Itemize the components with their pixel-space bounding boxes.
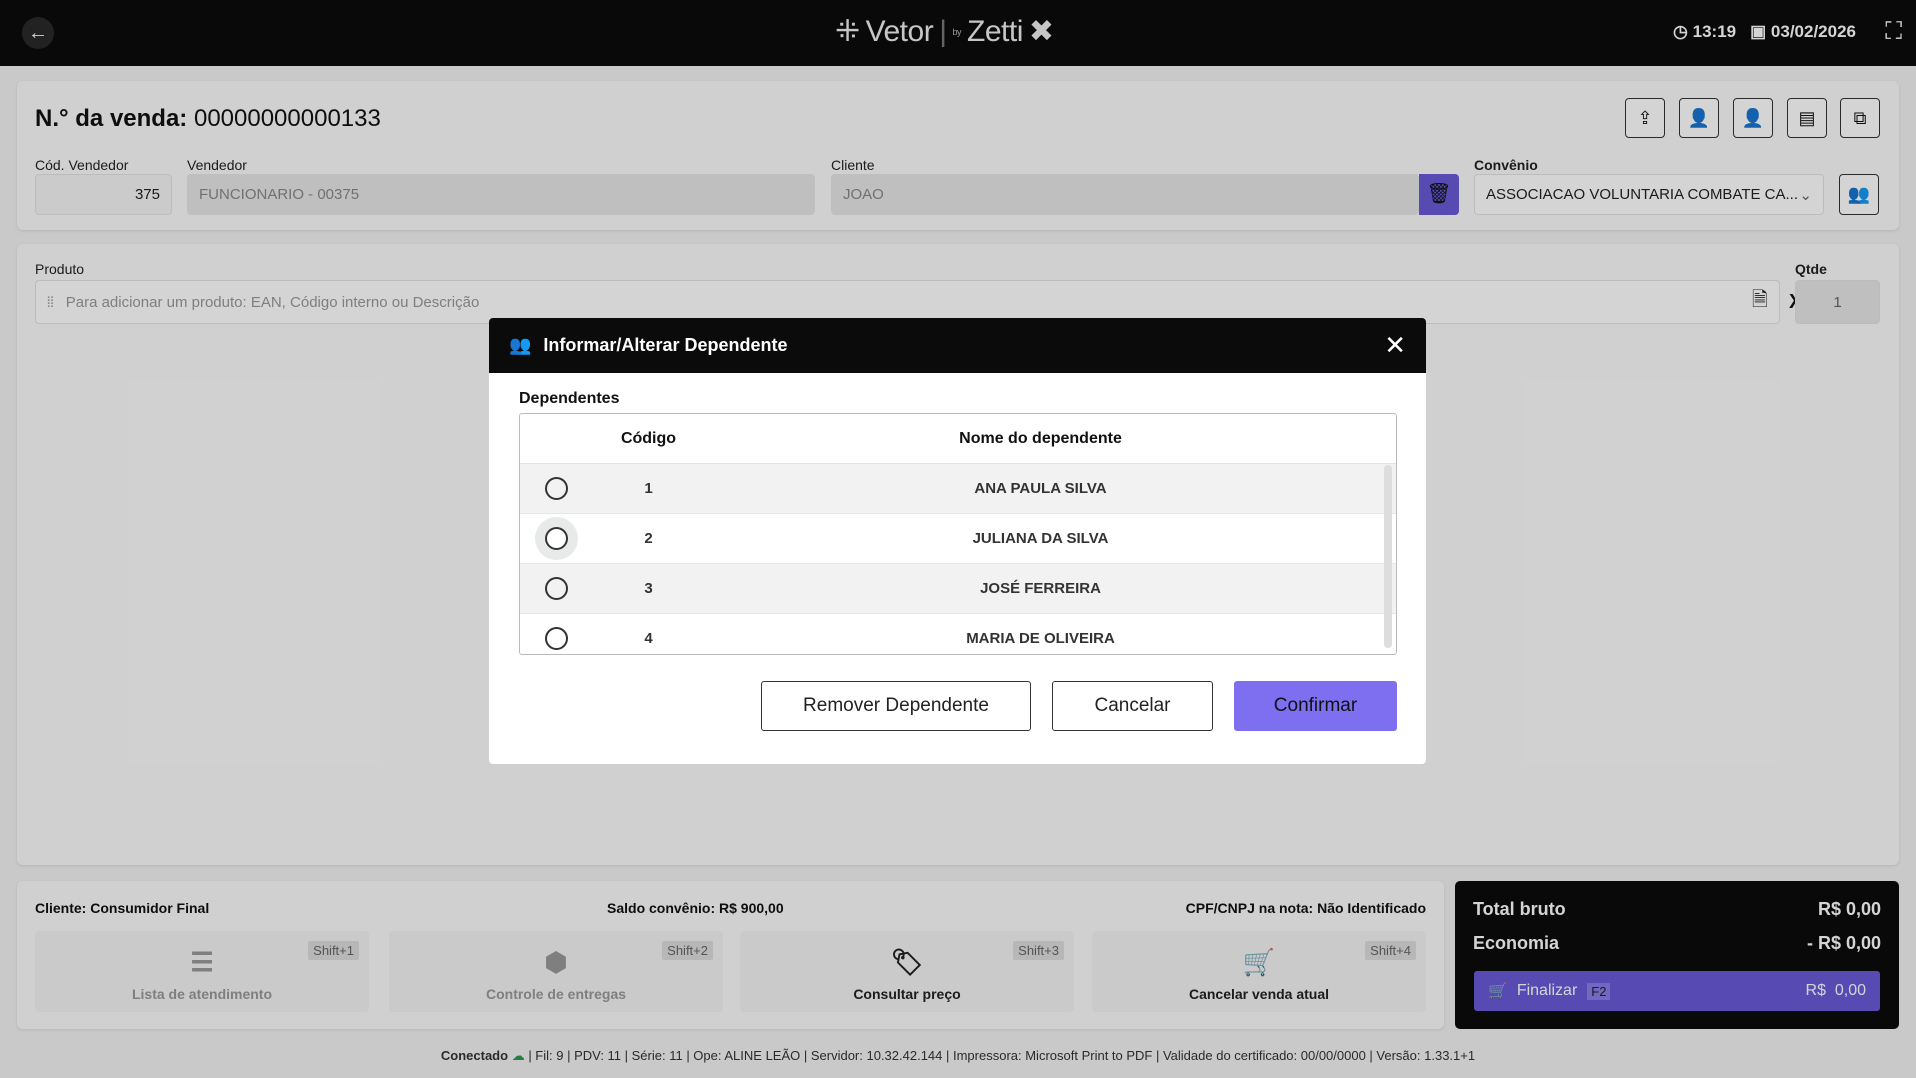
close-icon[interactable]: ✕ <box>1384 330 1406 361</box>
scrollbar[interactable] <box>1384 465 1392 648</box>
users-icon: 👥 <box>509 335 532 355</box>
dependents-table: Código Nome do dependente 1 ANA PAULA SILV… <box>519 413 1397 655</box>
table-row[interactable]: 3 JOSÉ FERREIRA <box>520 564 1396 614</box>
dialog-title: Informar/Alterar Dependente <box>543 335 788 355</box>
radio-button[interactable] <box>544 527 568 550</box>
radio-button[interactable] <box>544 477 568 500</box>
table-row[interactable]: 4 MARIA DE OLIVEIRA <box>520 614 1396 654</box>
cancel-button[interactable]: Cancelar <box>1052 681 1213 731</box>
radio-button[interactable] <box>544 577 568 600</box>
table-row[interactable]: 2 JULIANA DA SILVA <box>520 514 1396 564</box>
radio-button[interactable] <box>544 627 568 650</box>
remove-dependent-button[interactable]: Remover Dependente <box>761 681 1031 731</box>
dialog-header: 👥 Informar/Alterar Dependente ✕ <box>489 318 1426 373</box>
table-row[interactable]: 1 ANA PAULA SILVA <box>520 464 1396 514</box>
confirm-button[interactable]: Confirmar <box>1234 681 1397 731</box>
dependent-dialog: 👥 Informar/Alterar Dependente ✕ Dependen… <box>489 318 1426 764</box>
section-label: Dependentes <box>519 390 620 407</box>
table-header: Código Nome do dependente <box>520 414 1396 464</box>
